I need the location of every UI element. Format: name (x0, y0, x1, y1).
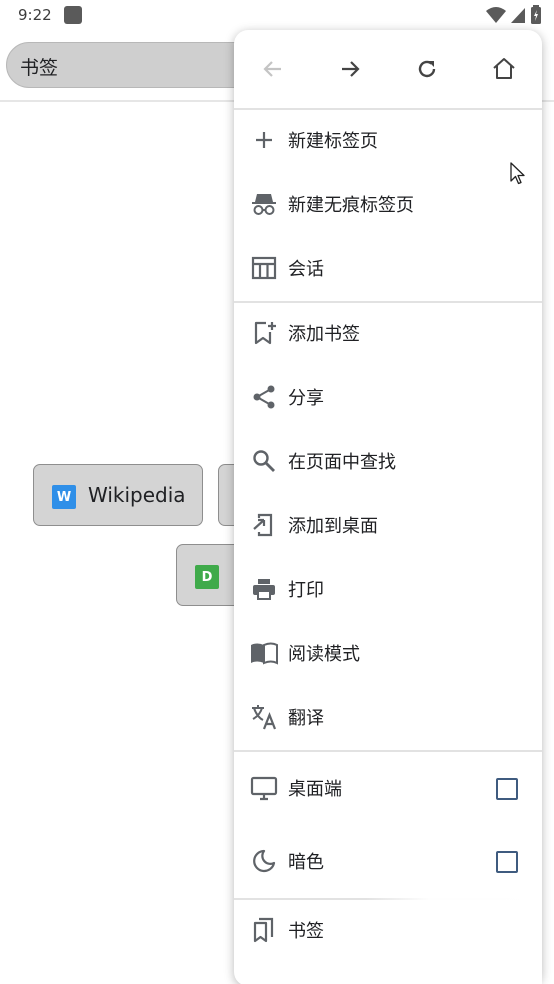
share-icon (250, 383, 278, 411)
menu-item-label: 桌面端 (288, 779, 342, 800)
menu-divider (234, 301, 542, 303)
menu-item-add-bookmark[interactable]: 添加书签 (234, 305, 542, 361)
plus-icon (250, 126, 278, 154)
menu-item-label: 新建无痕标签页 (288, 195, 414, 216)
arrow-right-icon (342, 61, 360, 77)
menu-item-label: 在页面中查找 (288, 452, 396, 473)
add-to-home-icon (250, 511, 278, 539)
menu-item-label: 添加书签 (288, 324, 360, 345)
home-icon (493, 58, 515, 79)
home-button[interactable] (489, 54, 519, 84)
menu-item-add-to-home[interactable]: 添加到桌面 (234, 497, 542, 553)
menu-item-dark-mode[interactable]: 暗色 (234, 833, 542, 889)
wifi-icon (486, 7, 506, 23)
menu-item-reader-mode[interactable]: 阅读模式 (234, 625, 542, 681)
menu-item-new-tab[interactable]: 新建标签页 (234, 112, 542, 168)
status-bar: 9:22 (0, 0, 554, 32)
signal-icon (511, 8, 525, 23)
menu-item-translate[interactable]: 翻译 (234, 689, 542, 745)
watermark-overlay (366, 896, 542, 984)
menu-item-label: 暗色 (288, 852, 324, 873)
menu-item-label: 会话 (288, 259, 324, 280)
search-icon (250, 447, 278, 475)
status-time: 9:22 (18, 6, 52, 24)
menu-item-label: 打印 (288, 580, 324, 601)
status-indicators (486, 5, 542, 25)
print-icon (250, 575, 278, 603)
overflow-menu: 新建标签页 新建无痕标签页 会话 添加书签 分享 在页面中查找 添加到桌面 打印… (234, 30, 542, 984)
speed-dial-tile-wikipedia[interactable]: W Wikipedia (33, 464, 203, 526)
url-text: 书签 (20, 57, 59, 79)
bookmarks-icon (250, 916, 278, 944)
menu-item-label: 翻译 (288, 708, 324, 729)
menu-divider (234, 750, 542, 752)
menu-nav-row (234, 30, 542, 108)
menu-item-find-in-page[interactable]: 在页面中查找 (234, 433, 542, 489)
menu-item-desktop-site[interactable]: 桌面端 (234, 760, 542, 816)
menu-item-label: 分享 (288, 388, 324, 409)
back-button[interactable] (258, 54, 288, 84)
forward-button[interactable] (335, 54, 365, 84)
menu-item-label: 阅读模式 (288, 644, 360, 665)
battery-icon (531, 5, 541, 24)
menu-item-new-incognito-tab[interactable]: 新建无痕标签页 (234, 176, 542, 232)
menu-item-label: 新建标签页 (288, 131, 378, 152)
moon-icon (250, 847, 278, 875)
speed-dial-label: Wikipedia (88, 483, 186, 507)
menu-item-print[interactable]: 打印 (234, 561, 542, 617)
bookmark-add-icon (250, 319, 278, 347)
desktop-site-checkbox[interactable] (496, 778, 518, 800)
menu-item-sessions[interactable]: 会话 (234, 240, 542, 296)
reload-button[interactable] (412, 54, 442, 84)
menu-divider (234, 108, 542, 110)
dark-mode-checkbox[interactable] (496, 851, 518, 873)
book-icon (250, 639, 278, 667)
mouse-cursor-icon (510, 162, 525, 185)
notification-app-icon (64, 6, 82, 24)
incognito-icon (250, 190, 278, 218)
reload-icon (418, 60, 436, 78)
translate-icon (250, 703, 278, 731)
d-favicon-icon: D (195, 565, 219, 589)
sessions-icon (250, 254, 278, 282)
desktop-icon (250, 774, 278, 802)
menu-item-label: 添加到桌面 (288, 516, 378, 537)
wikipedia-favicon-icon: W (52, 485, 76, 509)
menu-item-share[interactable]: 分享 (234, 369, 542, 425)
menu-item-label: 书签 (288, 921, 324, 942)
arrow-left-icon (263, 61, 281, 77)
